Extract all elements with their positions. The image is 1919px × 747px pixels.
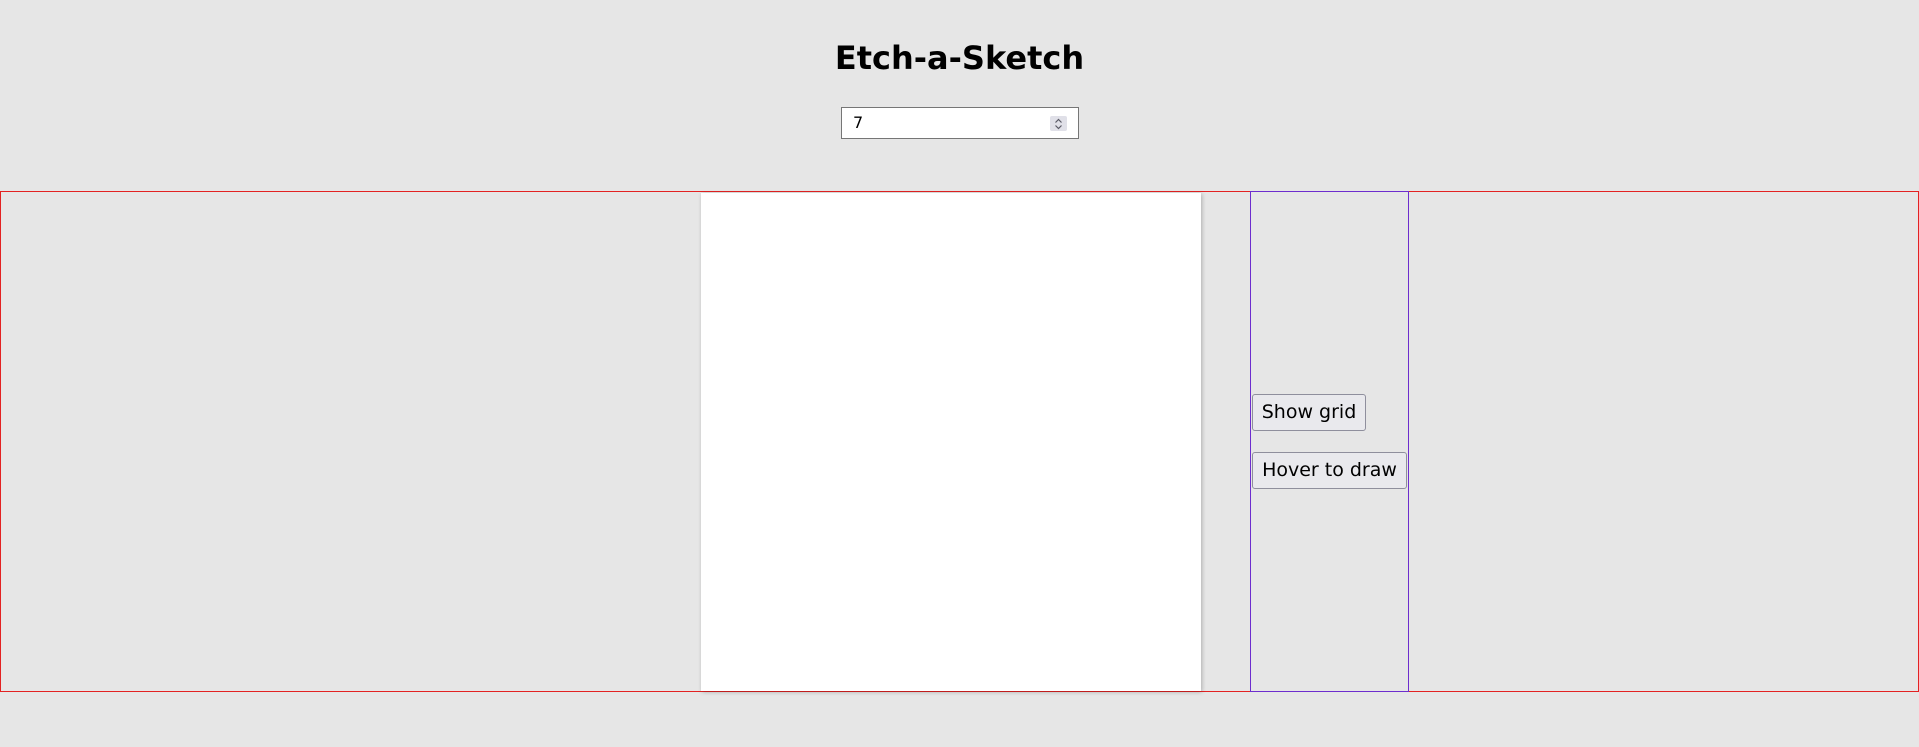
page-title: Etch-a-Sketch [834,39,1085,77]
controls-panel [1250,191,1409,692]
number-spinner[interactable] [1050,116,1067,131]
sketch-board[interactable] [701,193,1201,691]
grid-size-input[interactable]: 7 [841,107,1079,139]
hover-to-draw-button[interactable]: Hover to draw [1252,452,1407,489]
spinner-arrows-icon [1055,118,1062,129]
show-grid-button[interactable]: Show grid [1252,394,1366,431]
